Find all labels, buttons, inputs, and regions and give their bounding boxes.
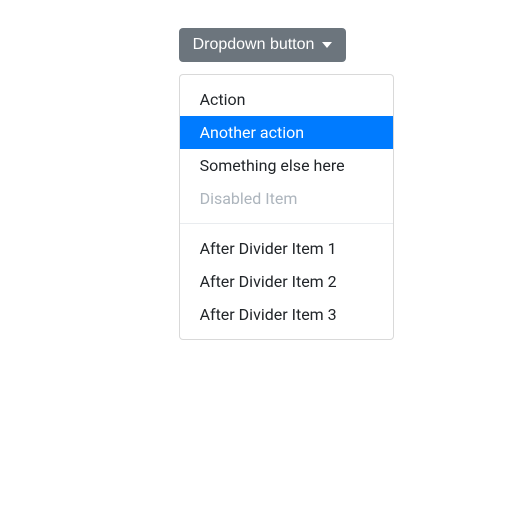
dropdown-item-label: Another action bbox=[200, 123, 304, 142]
dropdown-item-label: After Divider Item 1 bbox=[200, 239, 337, 258]
page-container: Dropdown button Action Another action So… bbox=[0, 0, 525, 62]
dropdown-item-label: Something else here bbox=[200, 156, 345, 175]
dropdown-item-label: After Divider Item 2 bbox=[200, 272, 337, 291]
dropdown-toggle-label: Dropdown button bbox=[193, 36, 315, 54]
dropdown-menu: Action Another action Something else her… bbox=[179, 74, 394, 340]
dropdown-item-label: Action bbox=[200, 90, 246, 109]
dropdown-item-after-divider-2[interactable]: After Divider Item 2 bbox=[180, 265, 393, 298]
dropdown-item-after-divider-3[interactable]: After Divider Item 3 bbox=[180, 298, 393, 331]
dropdown-item-something-else[interactable]: Something else here bbox=[180, 149, 393, 182]
dropdown: Dropdown button Action Another action So… bbox=[179, 28, 347, 62]
dropdown-item-label: After Divider Item 3 bbox=[200, 305, 337, 324]
dropdown-item-label: Disabled Item bbox=[200, 189, 298, 208]
dropdown-item-after-divider-1[interactable]: After Divider Item 1 bbox=[180, 232, 393, 265]
dropdown-item-disabled: Disabled Item bbox=[180, 182, 393, 215]
dropdown-item-action[interactable]: Action bbox=[180, 83, 393, 116]
caret-down-icon bbox=[322, 42, 332, 48]
dropdown-item-another-action[interactable]: Another action bbox=[180, 116, 393, 149]
dropdown-toggle-button[interactable]: Dropdown button bbox=[179, 28, 347, 62]
dropdown-divider bbox=[180, 223, 393, 224]
